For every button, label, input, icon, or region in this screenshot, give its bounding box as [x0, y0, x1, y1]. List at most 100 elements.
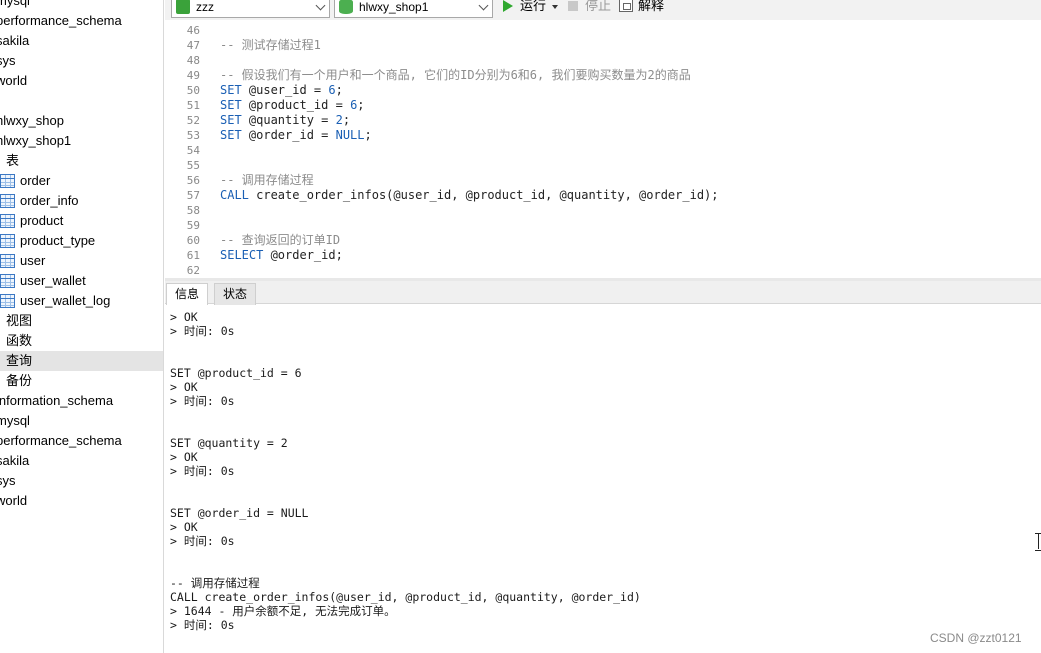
code-token: create_order_infos(@user_id, @product_id…	[256, 188, 719, 202]
tree-database-item[interactable]: performance_schema	[0, 431, 163, 451]
tree-table-item[interactable]: user_wallet	[0, 271, 163, 291]
line-number: 53	[186, 129, 200, 142]
stop-button[interactable]: 停止	[568, 0, 613, 16]
tree-table-item[interactable]: user	[0, 251, 163, 271]
code-token: SET	[220, 83, 249, 97]
output-line: > 时间: 0s	[170, 534, 235, 548]
code-line: 51 SET @product_id = 6;	[165, 98, 1041, 113]
tree-folder-item[interactable]: 函数	[0, 331, 163, 351]
line-number: 51	[186, 99, 200, 112]
tree-database-item[interactable]: sakila	[0, 31, 163, 51]
tree-table-item[interactable]: order	[0, 171, 163, 191]
code-token: @product_id =	[248, 98, 351, 112]
tree-database-item[interactable]: hlwxy_shop1	[0, 131, 163, 151]
tree-database-item[interactable]: world	[0, 491, 163, 511]
tree-database-item[interactable]: world	[0, 71, 163, 91]
tree-database-item[interactable]: mysql	[0, 411, 163, 431]
code-token: -- 测试存储过程1	[220, 38, 321, 52]
watermark: CSDN @zzt0121	[930, 631, 1022, 645]
output-line: > 时间: 0s	[170, 464, 235, 478]
output-line: > 时间: 0s	[170, 618, 235, 632]
line-number: 57	[186, 189, 200, 202]
code-line: 48	[165, 53, 1041, 68]
code-token: @quantity =	[248, 113, 336, 127]
database-icon	[339, 0, 353, 14]
tree-item-label: mysql	[0, 413, 30, 428]
tree-item-label: user_wallet	[20, 273, 86, 288]
explain-button[interactable]: 解释	[619, 0, 669, 16]
table-icon	[0, 194, 15, 208]
tree-database-item[interactable]: hlwxy_shop	[0, 111, 163, 131]
run-button[interactable]: 运行	[503, 0, 563, 16]
line-number: 52	[186, 114, 200, 127]
tree-database-item[interactable]: sys	[0, 471, 163, 491]
tree-item-label: 查询	[6, 353, 33, 368]
code-line: 61 SELECT @order_id;	[165, 248, 1041, 263]
tree-table-item[interactable]: product_type	[0, 231, 163, 251]
line-number: 50	[186, 84, 200, 97]
code-token: -- 假设我们有一个用户和一个商品, 它们的ID分别为6和6, 我们要购买数量为…	[220, 68, 691, 82]
code-line: 55	[165, 158, 1041, 173]
tree-table-item[interactable]: order_info	[0, 191, 163, 211]
tab-info-label: 信息	[175, 287, 200, 301]
output-line: SET @quantity = 2	[170, 436, 288, 450]
connection-select[interactable]: zzz	[171, 0, 330, 18]
code-text: CALL create_order_infos(@user_id, @produ…	[220, 188, 719, 203]
tree-folder-item[interactable]: 表	[0, 151, 163, 171]
tree-folder-item[interactable]: 备份	[0, 371, 163, 391]
tree-folder-item[interactable]: 查询	[0, 351, 163, 371]
code-token: -- 调用存储过程	[220, 173, 314, 187]
line-number: 62	[186, 264, 200, 277]
database-select[interactable]: hlwxy_shop1	[334, 0, 493, 18]
explain-button-label: 解释	[638, 0, 665, 13]
object-tree-sidebar: mysqlperformance_schemasakilasysworldhlw…	[0, 0, 164, 653]
code-token: ;	[357, 98, 365, 112]
output-line: > OK	[170, 520, 198, 534]
code-token: @order_id;	[270, 248, 343, 262]
tree-item-label: hlwxy_shop1	[0, 133, 72, 148]
tab-info[interactable]: 信息	[166, 283, 209, 305]
output-line: > 时间: 0s	[170, 394, 235, 408]
code-line: 54	[165, 143, 1041, 158]
table-icon	[0, 234, 15, 248]
tree-item-label: user_wallet_log	[20, 293, 111, 308]
code-text: -- 假设我们有一个用户和一个商品, 它们的ID分别为6和6, 我们要购买数量为…	[220, 68, 691, 83]
tree-item-label: 备份	[6, 373, 33, 388]
code-text: SELECT @order_id;	[220, 248, 343, 263]
code-token: NULL	[335, 128, 365, 142]
code-line: 53 SET @order_id = NULL;	[165, 128, 1041, 143]
tab-status[interactable]: 状态	[214, 283, 257, 305]
line-number: 54	[186, 144, 200, 157]
tree-database-item[interactable]: sakila	[0, 451, 163, 471]
database-select-value: hlwxy_shop1	[359, 0, 429, 14]
code-token: SET	[220, 128, 249, 142]
code-token: ;	[342, 113, 351, 127]
tree-folder-item[interactable]: 视图	[0, 311, 163, 331]
tree-database-item[interactable]: performance_schema	[0, 11, 163, 31]
tree-table-item[interactable]: product	[0, 211, 163, 231]
code-token: ;	[335, 83, 343, 97]
table-icon	[0, 214, 15, 228]
chevron-down-icon	[315, 0, 326, 11]
tree-database-item[interactable]: sys	[0, 51, 163, 71]
connection-select-value: zzz	[196, 0, 214, 14]
text-cursor-icon	[1035, 533, 1041, 551]
table-icon	[0, 254, 15, 268]
line-number: 49	[186, 69, 200, 82]
code-line: 57 CALL create_order_infos(@user_id, @pro…	[165, 188, 1041, 203]
code-line: 62	[165, 263, 1041, 278]
tree-item-label: sys	[0, 473, 16, 488]
line-number: 61	[186, 249, 200, 262]
tree-database-item[interactable]: information_schema	[0, 391, 163, 411]
tree-item-label: 表	[6, 153, 20, 168]
tree-item-label: product_type	[20, 233, 96, 248]
tree-item-label: order	[20, 173, 51, 188]
chevron-down-icon	[478, 0, 489, 11]
result-tabbar: 信息 状态	[165, 281, 1041, 305]
tree-database-item[interactable]: mysql	[0, 0, 163, 11]
code-line: 60 -- 查询返回的订单ID	[165, 233, 1041, 248]
tree-table-item[interactable]: user_wallet_log	[0, 291, 163, 311]
output-line: SET @order_id = NULL	[170, 506, 309, 520]
sql-editor[interactable]: 46 47 -- 测试存储过程1 48 49 -- 假设我们有一个用户和一个商品, 它们的…	[165, 20, 1041, 278]
output-line: > OK	[170, 310, 198, 324]
